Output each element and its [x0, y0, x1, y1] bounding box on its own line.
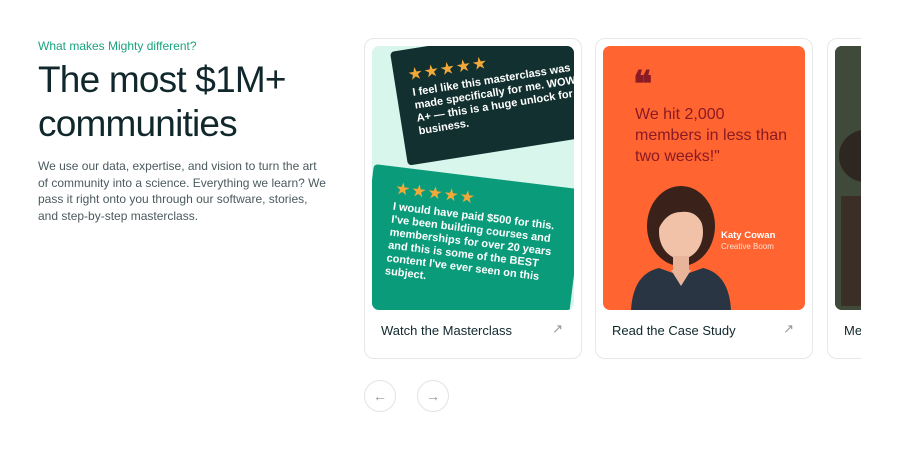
card-label[interactable]: Read the Case Study [612, 323, 736, 338]
card-carousel: ★★★★★ I feel like this masterclass was m… [364, 38, 861, 361]
page-title: The most $1M+ communities [38, 59, 286, 144]
case-study-card[interactable]: ❝ We hit 2,000 members in less than two … [595, 38, 813, 359]
carousel-prev-button[interactable]: ← [364, 380, 396, 412]
testimonial-quote-2: ★★★★★ I would have paid $500 for this. I… [372, 164, 574, 310]
card-label[interactable]: Me [844, 323, 861, 338]
testimonial-artwork: ★★★★★ I feel like this masterclass was m… [372, 46, 574, 310]
arrow-up-right-icon: ↗ [552, 321, 563, 336]
testimonial-text: I would have paid $500 for this. I've be… [384, 200, 556, 283]
masterclass-card[interactable]: ★★★★★ I feel like this masterclass was m… [364, 38, 582, 359]
arrow-left-icon: ← [373, 388, 387, 404]
card-label[interactable]: Watch the Masterclass [381, 323, 512, 338]
arrow-right-icon: → [426, 388, 440, 404]
person-role: Creative Boom [721, 242, 774, 251]
photo-placeholder [835, 46, 861, 310]
testimonial-quote-1: ★★★★★ I feel like this masterclass was m… [390, 46, 574, 166]
section-description: We use our data, expertise, and vision t… [38, 159, 326, 223]
photo-artwork [835, 46, 861, 310]
case-study-quote: We hit 2,000 members in less than two we… [635, 106, 788, 165]
carousel-next-button[interactable]: → [417, 380, 449, 412]
person-name: Katy Cowan [721, 230, 776, 241]
eyebrow: What makes Mighty different? [38, 39, 197, 53]
third-card[interactable]: Me [827, 38, 861, 359]
quote-mark-icon: ❝ [633, 64, 653, 104]
case-study-artwork: ❝ We hit 2,000 members in less than two … [603, 46, 805, 310]
arrow-up-right-icon: ↗ [783, 321, 794, 336]
